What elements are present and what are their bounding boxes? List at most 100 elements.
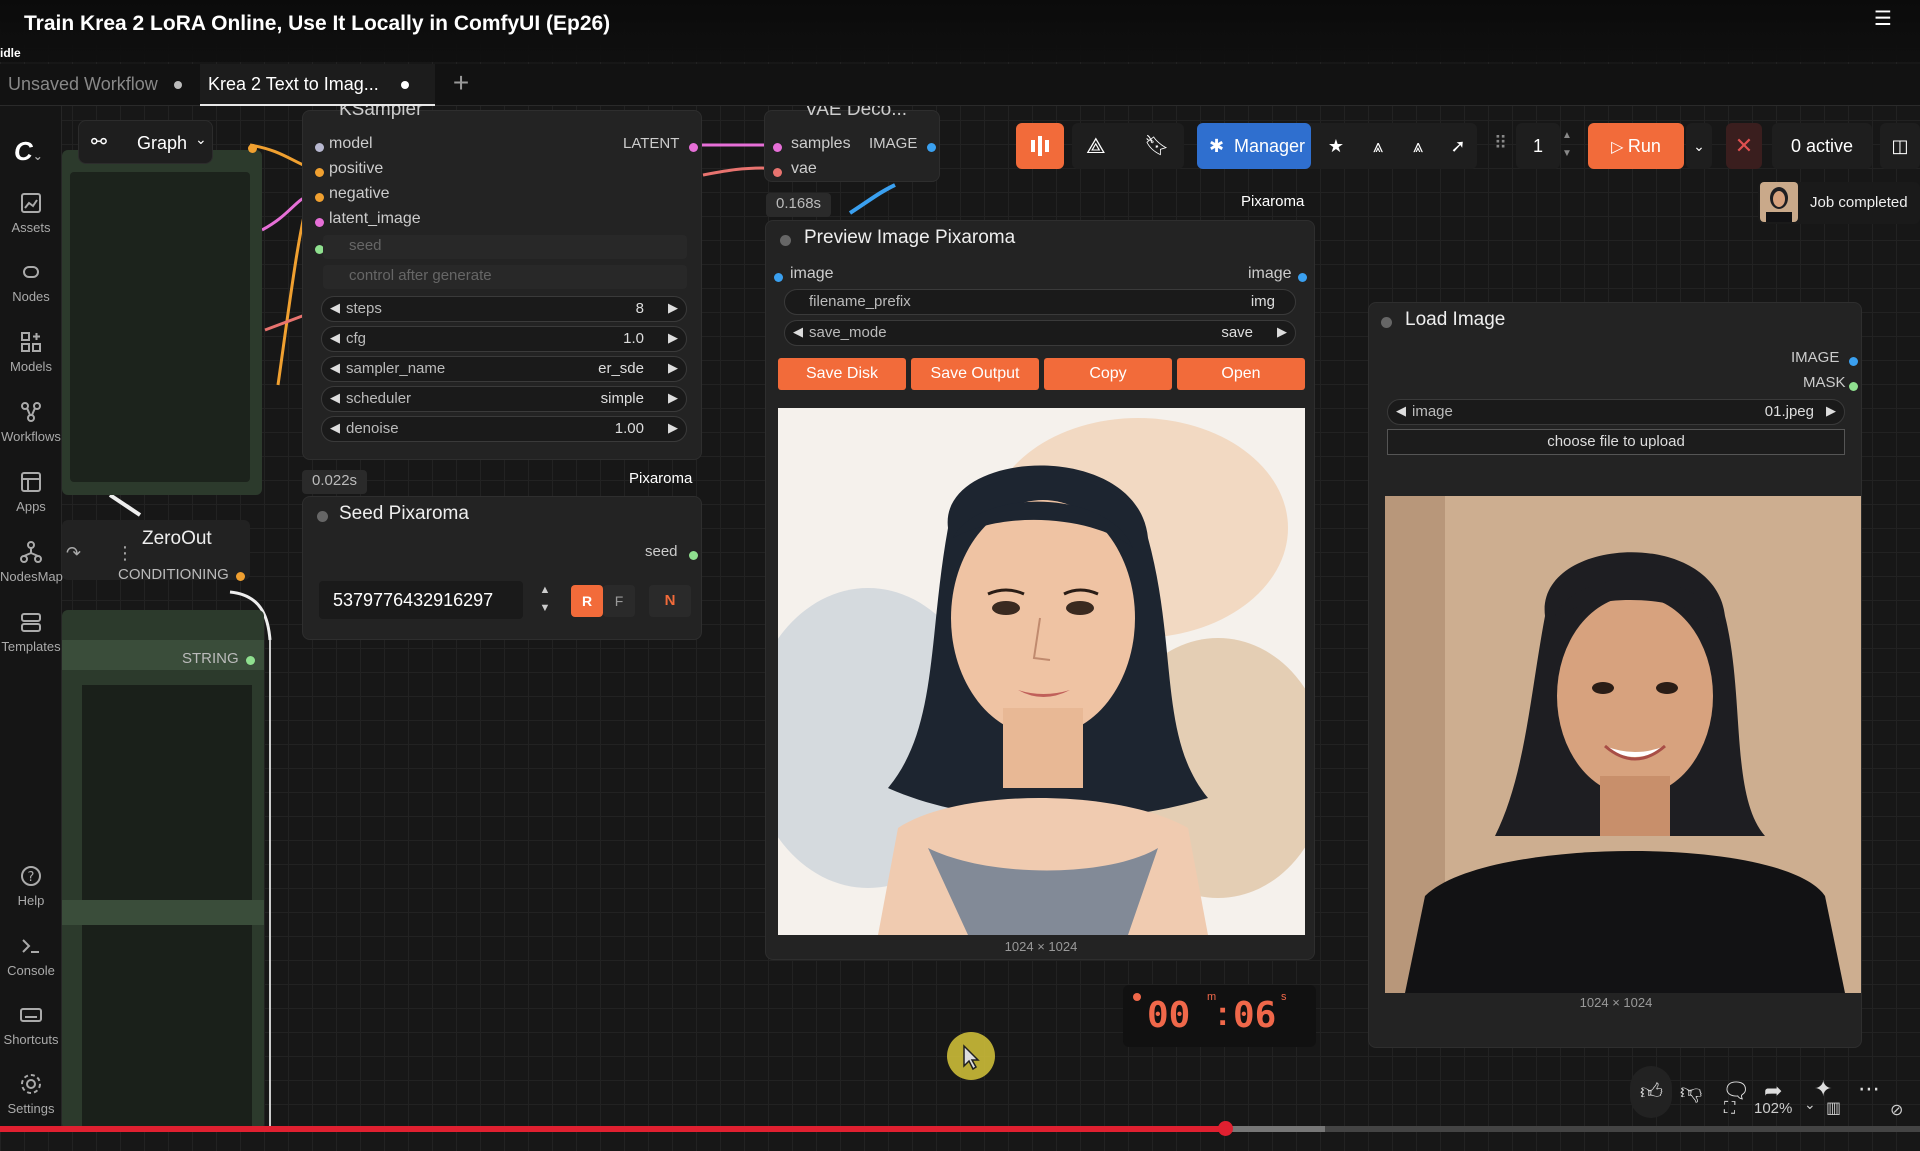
denoise-widget[interactable]: ◀ denoise 1.00 ▶ xyxy=(321,416,687,442)
hide-links-icon[interactable]: ⊘ xyxy=(1890,1100,1903,1120)
sidebar-item-models[interactable]: Models xyxy=(0,330,62,374)
seed-output-dot[interactable] xyxy=(689,547,698,565)
thumbs-up-icon[interactable]: 👍︎ xyxy=(1630,1066,1672,1118)
manager-button[interactable]: ✱ Manager xyxy=(1197,123,1311,169)
increment-icon[interactable]: ▶ xyxy=(668,390,678,406)
image-output-dot[interactable] xyxy=(927,139,936,157)
sidebar-item-shortcuts[interactable]: Shortcuts xyxy=(0,1003,62,1047)
seed-fixed-button[interactable]: F xyxy=(603,585,635,617)
star-icon[interactable]: ★ xyxy=(1321,123,1351,169)
tab-unsaved-workflow[interactable]: Unsaved Workflow xyxy=(0,64,190,106)
sidebar-item-nodes[interactable]: Nodes xyxy=(0,260,62,304)
seed-random-button[interactable]: R xyxy=(571,585,603,617)
seed-new-button[interactable]: N xyxy=(649,585,691,617)
ng-output-dot[interactable] xyxy=(248,140,257,158)
decrement-icon[interactable]: ◀ xyxy=(793,324,803,340)
sidebar-item-help[interactable]: ? Help xyxy=(0,864,62,908)
krea-logo-icon[interactable]: ⟁ xyxy=(1086,123,1106,169)
preview-image-node[interactable]: Preview Image Pixaroma image image filen… xyxy=(765,220,1315,960)
open-button[interactable]: Open xyxy=(1177,358,1305,390)
node-collapse-dot[interactable] xyxy=(780,233,791,251)
conditioning-output-dot[interactable] xyxy=(236,568,245,586)
sidebar-item-nodesmap[interactable]: NodesMap xyxy=(0,540,63,584)
save-output-button[interactable]: Save Output xyxy=(911,358,1039,390)
seed-value-input[interactable]: 5379776432916297 xyxy=(319,581,523,619)
model-alt-icon[interactable]: ⩓ xyxy=(1403,123,1433,169)
node-history-icon[interactable]: ↷ xyxy=(66,543,81,564)
negative-input-dot[interactable] xyxy=(315,189,324,207)
increment-icon[interactable]: ▶ xyxy=(668,300,678,316)
string-text-area[interactable] xyxy=(82,685,252,900)
run-options-chevron-icon[interactable]: ⌄ xyxy=(1686,123,1712,169)
load-image-node[interactable]: Load Image IMAGE MASK ◀ image 01.jpeg ▶ … xyxy=(1368,302,1862,1048)
image-output-dot[interactable] xyxy=(1298,269,1307,287)
decrement-icon[interactable]: ◀ xyxy=(330,360,340,376)
filename-prefix-widget[interactable]: filename_prefix img xyxy=(784,289,1296,315)
string-node[interactable] xyxy=(62,610,264,1130)
latent-output-dot[interactable] xyxy=(689,139,698,157)
sidebar-item-templates[interactable]: Templates xyxy=(0,610,62,654)
vae-input-dot[interactable] xyxy=(773,164,782,182)
comfy-logo-icon[interactable]: C⌄ xyxy=(14,136,43,167)
decrement-icon[interactable]: ◀ xyxy=(330,420,340,436)
sidebar-item-apps[interactable]: Apps xyxy=(0,470,62,514)
run-button[interactable]: ▷ Run xyxy=(1588,123,1684,169)
increment-icon[interactable]: ▶ xyxy=(668,420,678,436)
increment-icon[interactable]: ▶ xyxy=(1277,324,1287,340)
seed-stepper[interactable]: ▲ ▼ xyxy=(535,581,555,619)
cfg-widget[interactable]: ◀ cfg 1.0 ▶ xyxy=(321,326,687,352)
minimap-icon[interactable]: ▥ xyxy=(1826,1098,1841,1118)
latent-input-dot[interactable] xyxy=(315,214,324,232)
save-mode-widget[interactable]: ◀ save_mode save ▶ xyxy=(784,320,1296,346)
panel-toggle-icon[interactable]: ◫ xyxy=(1880,123,1920,169)
zoom-level[interactable]: 102% xyxy=(1754,1100,1792,1117)
fit-view-icon[interactable]: ⛶ xyxy=(1724,1100,1735,1118)
seed-pixaroma-node[interactable]: Seed Pixaroma seed 5379776432916297 ▲ ▼ R… xyxy=(302,496,702,640)
node-more-icon[interactable]: ⋮ xyxy=(116,543,134,564)
string-text-area-2[interactable] xyxy=(82,925,252,1130)
steps-widget[interactable]: ◀ steps 8 ▶ xyxy=(321,296,687,322)
sidebar-item-console[interactable]: Console xyxy=(0,934,62,978)
bookmark-icon[interactable]: 🔖︎ xyxy=(1144,123,1169,169)
tab-krea-2[interactable]: Krea 2 Text to Imag... xyxy=(200,64,435,106)
model-input-dot[interactable] xyxy=(315,139,324,157)
graph-menu-button[interactable]: ⚯ Graph ⌄ xyxy=(78,120,213,164)
sidebar-item-assets[interactable]: Assets xyxy=(0,191,62,235)
progress-scrubber[interactable] xyxy=(1217,1121,1233,1136)
more-icon[interactable]: ⋯ xyxy=(1858,1076,1880,1102)
vae-decode-node[interactable]: VAE Deco... samples vae IMAGE xyxy=(764,99,940,182)
pixaroma-button[interactable] xyxy=(1016,123,1064,169)
drag-handle-icon[interactable]: ⠿ xyxy=(1494,133,1507,154)
positive-input-dot[interactable] xyxy=(315,164,324,182)
menu-icon[interactable]: ☰ xyxy=(1874,6,1898,30)
increment-icon[interactable]: ▶ xyxy=(1826,403,1836,419)
increment-icon[interactable]: ▶ xyxy=(668,360,678,376)
cancel-icon[interactable]: ✕ xyxy=(1726,123,1762,169)
queue-count[interactable]: 1 xyxy=(1516,123,1560,169)
mask-output-dot[interactable] xyxy=(1849,378,1858,396)
sidebar-item-settings[interactable]: Settings xyxy=(0,1072,62,1116)
text-encode-node[interactable] xyxy=(62,150,262,495)
save-disk-button[interactable]: Save Disk xyxy=(778,358,906,390)
scheduler-widget[interactable]: ◀ scheduler simple ▶ xyxy=(321,386,687,412)
decrement-icon[interactable]: ◀ xyxy=(330,390,340,406)
node-collapse-dot[interactable] xyxy=(1381,315,1392,333)
image-select-widget[interactable]: ◀ image 01.jpeg ▶ xyxy=(1387,399,1845,425)
sidebar-item-workflows[interactable]: Workflows xyxy=(0,400,62,444)
video-progress-bar[interactable] xyxy=(0,1121,1920,1136)
node-collapse-dot[interactable] xyxy=(317,509,328,527)
job-status[interactable]: Job completed xyxy=(1758,182,1920,224)
queue-stepper[interactable]: ▲ ▼ xyxy=(1562,127,1572,163)
add-tab-icon[interactable]: + xyxy=(446,68,476,98)
comfyui-canvas[interactable]: NG ZeroOut ↷ ⋮ CONDITIONING STRING KSamp… xyxy=(0,0,1920,1151)
copy-button[interactable]: Copy xyxy=(1044,358,1172,390)
thumbs-down-icon[interactable]: 👎︎ xyxy=(1680,1078,1702,1105)
ksampler-node[interactable]: KSampler model positive negative latent_… xyxy=(302,99,702,460)
image-output-dot[interactable] xyxy=(1849,353,1858,371)
string-output-dot[interactable] xyxy=(246,652,255,670)
decrement-icon[interactable]: ◀ xyxy=(1396,403,1406,419)
image-input-dot[interactable] xyxy=(774,269,783,287)
samples-input-dot[interactable] xyxy=(773,139,782,157)
model-icon[interactable]: ⩓ xyxy=(1363,123,1393,169)
sampler-name-widget[interactable]: ◀ sampler_name er_sde ▶ xyxy=(321,356,687,382)
